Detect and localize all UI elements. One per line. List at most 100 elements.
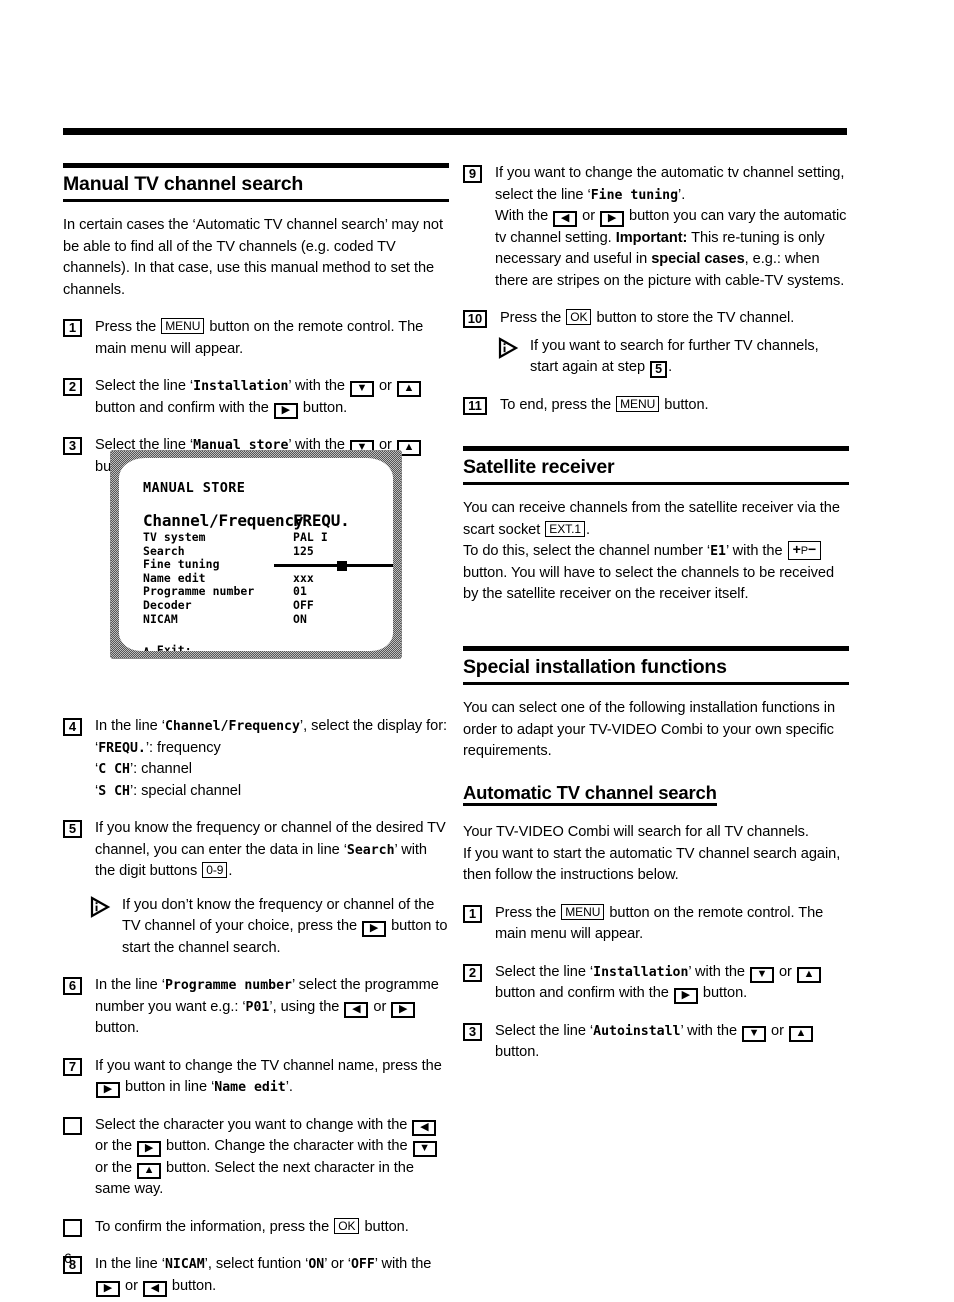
- menu-key[interactable]: MENU: [561, 903, 605, 920]
- down-arrow-key[interactable]: ▼: [742, 1025, 767, 1042]
- satellite-heading: Satellite receiver: [463, 456, 615, 478]
- nicam-on: ON: [308, 1257, 325, 1273]
- satellite-channel-number: E1: [710, 544, 726, 560]
- step-text: In the line ‘NICAM’, select funtion ‘ON’…: [95, 1254, 449, 1297]
- left-arrow-key[interactable]: ◀: [412, 1119, 437, 1136]
- heading-rule-bottom: [463, 682, 849, 686]
- step-text: Select the character you want to change …: [95, 1115, 449, 1201]
- step-number: 1: [63, 319, 82, 338]
- tv-menu-exit: ∧ Exit: ∨ press MENU: [143, 644, 381, 651]
- option-s-ch-desc: : special channel: [133, 782, 242, 799]
- step-text: If you want to change the automatic tv c…: [495, 165, 847, 289]
- important-label: Important:: [615, 229, 688, 246]
- auto-step-3: 3 Select the line ‘Autoinstall’ with the…: [463, 1021, 849, 1064]
- automatic-search-heading: Automatic TV channel search: [463, 783, 717, 807]
- tv-menu-row: Programme number 01: [143, 585, 381, 599]
- right-arrow-key[interactable]: ▶: [600, 211, 625, 227]
- step-9: 9 If you want to change the automatic tv…: [463, 163, 849, 292]
- up-arrow-key[interactable]: ▲: [396, 381, 421, 398]
- tv-menu-row-label: NICAM: [143, 611, 178, 626]
- tv-menu-row-label: Programme number: [143, 584, 255, 599]
- option-frequ-desc: : frequency: [149, 739, 221, 756]
- step-6: 6 In the line ‘Programme number’ select …: [63, 975, 449, 1040]
- heading-rule-top: [63, 163, 449, 168]
- tv-menu-row-value: 01: [293, 584, 307, 599]
- step-text: In the line ‘Channel/Frequency’, select …: [95, 718, 448, 799]
- tv-menu-main-label: Channel/Frequency: [143, 511, 304, 530]
- ext1-socket-key[interactable]: EXT.1: [545, 520, 586, 537]
- slider-handle[interactable]: [337, 560, 348, 571]
- menu-line-name: Programme number: [164, 978, 292, 994]
- fine-tuning-slider[interactable]: [274, 558, 393, 572]
- ok-key[interactable]: OK: [334, 1217, 360, 1234]
- tv-menu-row-value: xxx: [293, 570, 314, 585]
- right-arrow-key[interactable]: ▶: [673, 988, 698, 1005]
- tv-menu: MANUAL STORE Channel/Frequency FREQU. TV…: [143, 480, 393, 651]
- step-number: 2: [63, 378, 82, 397]
- page-top-rule: [63, 128, 847, 135]
- substep-select-character: Select the character you want to change …: [63, 1115, 449, 1201]
- down-arrow-key[interactable]: ▼: [749, 966, 774, 983]
- menu-key[interactable]: MENU: [616, 395, 660, 412]
- substep-confirm: To confirm the information, press the OK…: [63, 1217, 449, 1239]
- step-number: 11: [463, 396, 487, 415]
- left-arrow-key[interactable]: ◀: [553, 211, 578, 227]
- up-arrow-key[interactable]: ▲: [796, 966, 821, 983]
- step-number: 10: [463, 310, 487, 328]
- right-arrow-key[interactable]: ▶: [362, 921, 387, 938]
- tv-menu-row: TV system PAL I: [143, 530, 381, 545]
- special-functions-paragraph: You can select one of the following inst…: [463, 700, 836, 760]
- automatic-search-paragraph: Your TV-VIDEO Combi will search for all …: [463, 822, 849, 887]
- step-number: 5: [63, 820, 82, 839]
- menu-line-name: Fine tuning: [590, 187, 679, 203]
- menu-key[interactable]: MENU: [161, 318, 205, 335]
- slider-track: [274, 564, 393, 568]
- step-number: 6: [63, 977, 82, 996]
- step-number: 7: [63, 1057, 82, 1076]
- info-arrow-icon: [89, 896, 111, 918]
- manual-page: Manual TV channel search In certain case…: [0, 0, 954, 1302]
- right-arrow-key[interactable]: ▶: [391, 1001, 416, 1018]
- down-arrow-key[interactable]: ▼: [349, 381, 374, 398]
- step-7: 7 If you want to change the TV channel n…: [63, 1056, 449, 1099]
- left-arrow-key[interactable]: ◀: [142, 1280, 167, 1297]
- step-8: 8 In the line ‘NICAM’, select funtion ‘O…: [63, 1254, 449, 1297]
- menu-line-name: Installation: [593, 964, 689, 980]
- step-number: 3: [463, 1022, 482, 1041]
- up-arrow-key[interactable]: ▲: [137, 1162, 162, 1179]
- checkbox-marker: [63, 1116, 82, 1135]
- tv-menu-row-label: TV system: [143, 530, 206, 544]
- tv-menu-row-label: Decoder: [143, 597, 192, 612]
- step-text: To end, press the MENU button.: [500, 395, 709, 413]
- step-text: Press the MENU button on the remote cont…: [95, 318, 424, 357]
- step-reference: 5: [650, 361, 668, 378]
- automatic-line-2: If you want to start the automatic TV ch…: [463, 845, 841, 862]
- tv-menu-row: Name edit xxx: [143, 570, 381, 586]
- up-arrow-key[interactable]: ▲: [788, 1025, 813, 1042]
- tv-menu-row-label: Search: [143, 543, 185, 558]
- step-text: In the line ‘Programme number’ select th…: [95, 977, 439, 1037]
- tv-menu-row: Decoder OFF: [143, 597, 381, 613]
- digit-keys[interactable]: 0-9: [202, 862, 228, 879]
- right-arrow-key[interactable]: ▶: [96, 1082, 120, 1099]
- step-10: 10 Press the OK button to store the TV c…: [463, 308, 849, 330]
- menu-line-name: Search: [346, 842, 395, 858]
- info-arrow-icon: [497, 336, 519, 359]
- step-2: 2 Select the line ‘Installation’ with th…: [63, 376, 449, 419]
- down-arrow-key[interactable]: ▼: [412, 1141, 437, 1158]
- step-number: 9: [463, 165, 482, 183]
- note-channel-search: If you don’t know the frequency or chann…: [63, 895, 449, 960]
- right-arrow-key[interactable]: ▶: [96, 1280, 120, 1297]
- tv-menu-main-value: FREQU.: [293, 511, 350, 530]
- right-arrow-key[interactable]: ▶: [137, 1141, 162, 1158]
- ok-key[interactable]: OK: [566, 309, 592, 325]
- program-plus-minus-key[interactable]: +P−: [787, 541, 822, 561]
- tv-screen-figure: MANUAL STORE Channel/Frequency FREQU. TV…: [110, 450, 402, 659]
- step-number: 4: [63, 718, 82, 737]
- left-arrow-key[interactable]: ◀: [344, 1001, 369, 1018]
- step-4: 4 In the line ‘Channel/Frequency’, selec…: [63, 716, 449, 802]
- satellite-receiver-section: Satellite receiver: [463, 446, 849, 486]
- tv-screen: MANUAL STORE Channel/Frequency FREQU. TV…: [119, 458, 393, 651]
- option-c-ch: C CH: [98, 762, 130, 778]
- right-arrow-key[interactable]: ▶: [273, 402, 298, 419]
